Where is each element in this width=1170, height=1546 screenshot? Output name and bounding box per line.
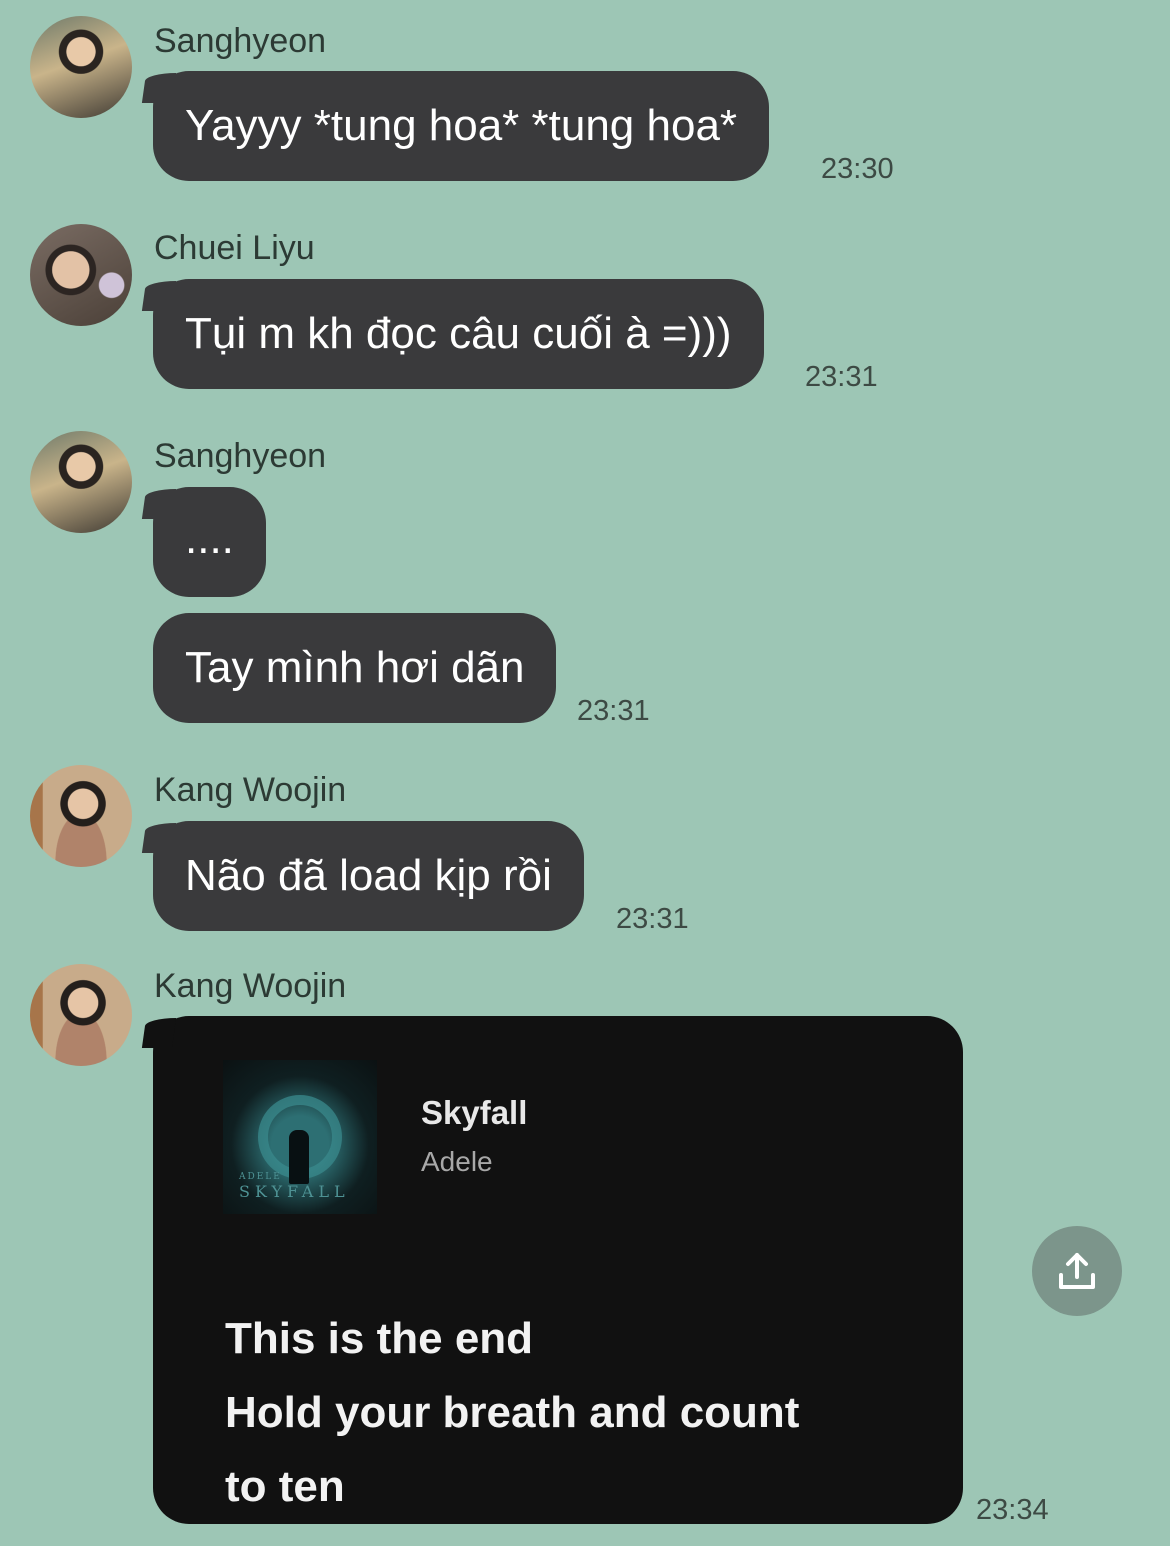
sender-name: Chuei Liyu: [154, 229, 315, 267]
message-bubble[interactable]: Não đã load kịp rồi: [153, 821, 584, 931]
lyric-line: to ten: [225, 1462, 345, 1511]
sanghyeon-avatar[interactable]: [30, 431, 132, 533]
song-artist: Adele: [421, 1146, 493, 1177]
message-time: 23:31: [616, 903, 689, 935]
lyric-line: This is the end: [225, 1314, 534, 1363]
cover-title-text: SKYFALL: [239, 1182, 350, 1201]
message-time: 23:34: [976, 1494, 1049, 1526]
cover-artist-text: ADELE: [239, 1172, 282, 1182]
chuei-liyu-avatar[interactable]: [30, 224, 132, 326]
share-upload-icon: [1059, 1253, 1095, 1289]
message-time: 23:31: [805, 361, 878, 393]
lyric-line: Hold your breath and count: [225, 1388, 800, 1437]
message-bubble[interactable]: ....: [153, 487, 266, 597]
song-title: Skyfall: [421, 1094, 528, 1131]
song-share-card[interactable]: ADELE SKYFALL Skyfall Adele This is the …: [153, 1016, 963, 1524]
message-time: 23:30: [821, 153, 894, 185]
sender-name: Kang Woojin: [154, 771, 347, 809]
kang-woojin-avatar[interactable]: [30, 964, 132, 1066]
lyrics: This is the end Hold your breath and cou…: [225, 1302, 925, 1524]
message-time: 23:31: [577, 695, 650, 727]
sanghyeon-avatar[interactable]: [30, 16, 132, 118]
message-bubble[interactable]: Yayyy *tung hoa* *tung hoa*: [153, 71, 770, 181]
album-cover: ADELE SKYFALL: [223, 1060, 377, 1214]
message-bubble[interactable]: Tụi m kh đọc câu cuối à =))): [153, 279, 764, 389]
sender-name: Sanghyeon: [154, 437, 327, 475]
sender-name: Sanghyeon: [154, 22, 327, 60]
kang-woojin-avatar[interactable]: [30, 765, 132, 867]
message-bubble[interactable]: Tay mình hơi dãn: [153, 613, 557, 723]
share-button[interactable]: [1032, 1226, 1122, 1316]
sender-name: Kang Woojin: [154, 967, 347, 1005]
